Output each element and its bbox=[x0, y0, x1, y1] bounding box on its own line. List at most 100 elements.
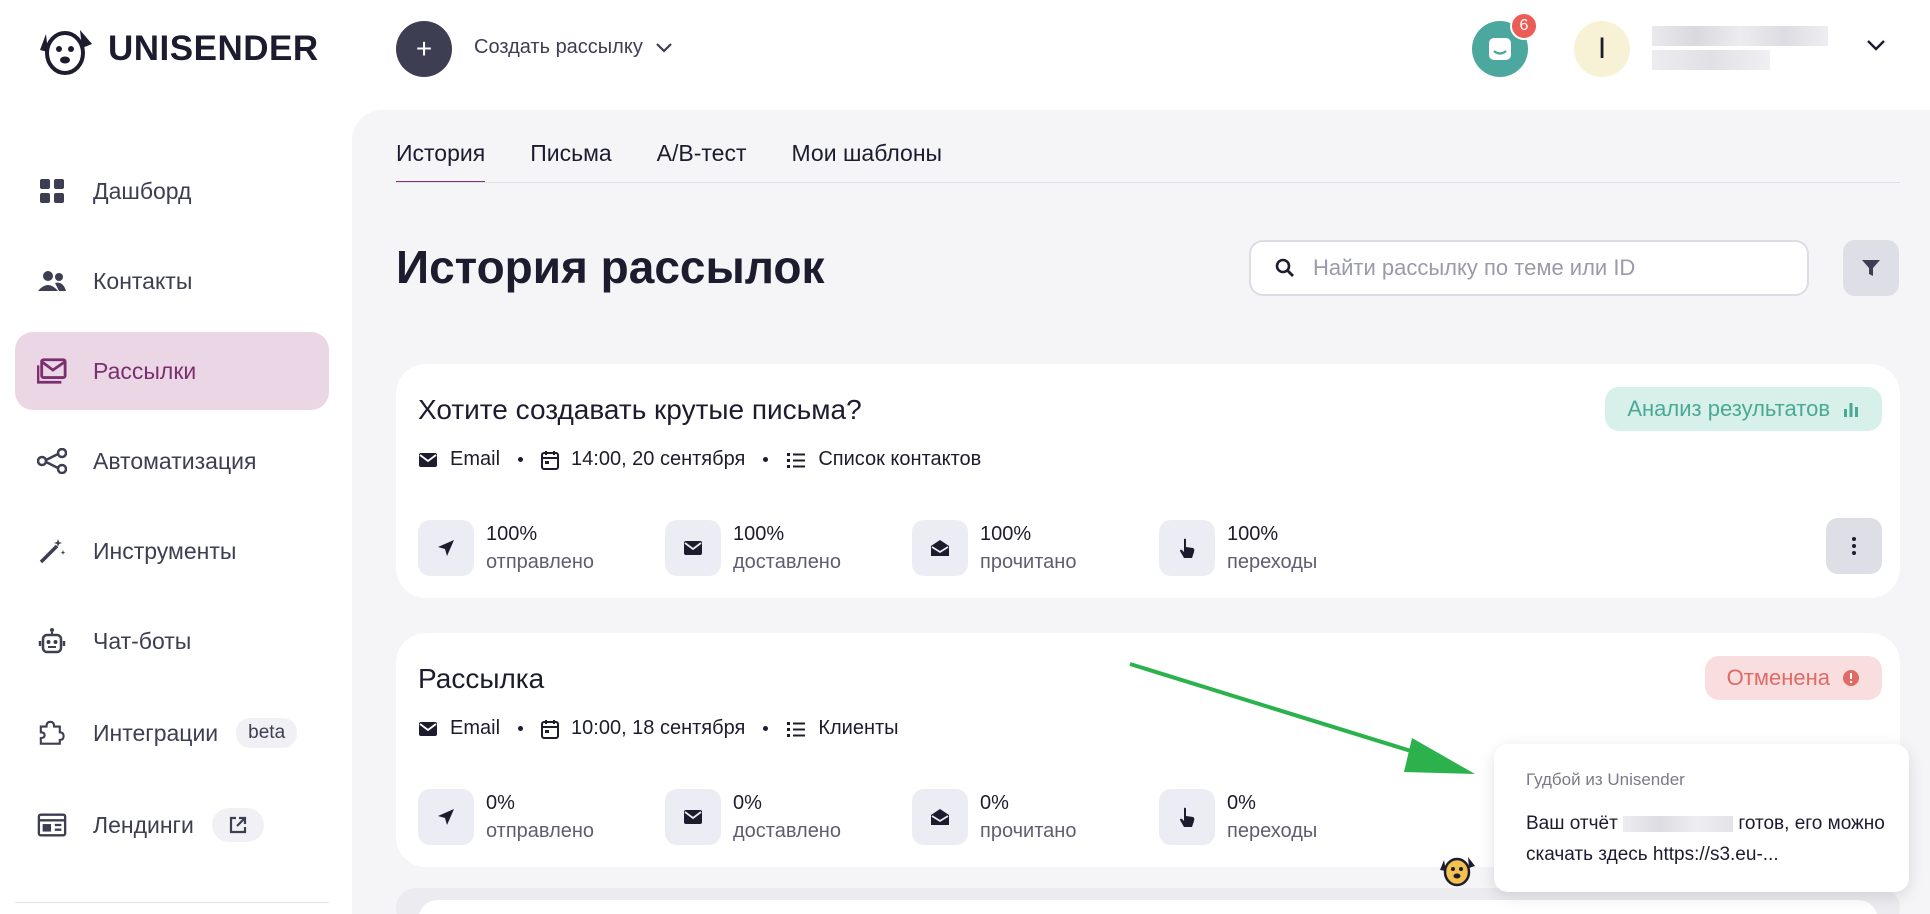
search-box bbox=[1249, 240, 1809, 296]
campaigns-icon bbox=[37, 356, 67, 386]
notification-sender: Гудбой из Unisender bbox=[1526, 770, 1685, 789]
magic-wand-icon bbox=[37, 536, 67, 566]
stat-value: 0% bbox=[980, 792, 1009, 814]
campaign-title[interactable]: Хотите создавать крутые письма? bbox=[418, 394, 862, 426]
more-vertical-icon bbox=[1852, 537, 1856, 555]
calendar-icon bbox=[541, 450, 560, 470]
create-campaign-label: Создать рассылку bbox=[474, 36, 643, 58]
calendar-icon bbox=[541, 719, 560, 739]
bar-chart-icon bbox=[1844, 403, 1858, 417]
campaign-title[interactable]: Рассылка bbox=[418, 663, 544, 695]
filter-button[interactable] bbox=[1843, 240, 1899, 296]
cancelled-status-badge[interactable]: Отменена bbox=[1704, 656, 1882, 700]
stat-value: 0% bbox=[1227, 792, 1256, 814]
sidebar-item-label: Рассылки bbox=[93, 357, 197, 384]
stat-sent: 0% отправлено bbox=[418, 789, 665, 845]
pointer-hand-icon bbox=[1159, 789, 1215, 845]
list-icon bbox=[787, 452, 806, 468]
avatar[interactable]: I bbox=[1574, 21, 1630, 77]
envelope-icon bbox=[665, 789, 721, 845]
stat-value: 0% bbox=[733, 792, 762, 814]
create-campaign-dropdown[interactable]: Создать рассылку bbox=[474, 36, 673, 59]
stat-value: 0% bbox=[486, 792, 515, 814]
sidebar-item-campaigns[interactable]: Рассылки bbox=[15, 332, 329, 410]
sidebar-item-tools[interactable]: Инструменты bbox=[15, 512, 329, 590]
stat-opened: 100% прочитано bbox=[912, 520, 1159, 576]
status-label: Анализ результатов bbox=[1627, 396, 1830, 421]
sidebar-divider bbox=[15, 902, 329, 903]
stat-delivered: 100% доставлено bbox=[665, 520, 912, 576]
tabs-divider bbox=[396, 182, 1900, 183]
analysis-results-button[interactable]: Анализ результатов bbox=[1605, 387, 1882, 431]
stat-value: 100% bbox=[733, 523, 785, 545]
campaign-meta: Email 10:00, 18 сентября Клиенты bbox=[418, 717, 899, 740]
stat-label: прочитано bbox=[980, 820, 1077, 842]
send-icon bbox=[418, 520, 474, 576]
sidebar-item-label: Интеграции bbox=[93, 719, 219, 746]
separator-dot bbox=[518, 726, 524, 731]
campaign-channel: Email bbox=[450, 717, 501, 739]
stat-clicks: 100% переходы bbox=[1159, 520, 1406, 576]
open-envelope-icon bbox=[912, 520, 968, 576]
tab-letters[interactable]: Письма bbox=[530, 140, 611, 183]
automation-icon bbox=[37, 446, 67, 476]
more-options-button[interactable] bbox=[1826, 518, 1882, 574]
campaign-card-inner bbox=[418, 900, 1878, 914]
sidebar-item-integrations[interactable]: Интеграции beta bbox=[15, 694, 329, 772]
sidebar-item-landings[interactable]: Лендинги bbox=[15, 786, 329, 864]
user-name-redacted bbox=[1652, 26, 1828, 46]
tab-history[interactable]: История bbox=[396, 140, 486, 183]
notifications-count-badge: 6 bbox=[1510, 12, 1538, 40]
landing-icon bbox=[37, 810, 67, 840]
chevron-down-icon bbox=[656, 42, 672, 53]
email-icon bbox=[419, 452, 437, 467]
sidebar-item-label: Автоматизация bbox=[93, 447, 257, 474]
annotation-arrow-icon bbox=[1129, 662, 1475, 774]
user-email-redacted bbox=[1652, 50, 1770, 70]
sidebar-item-contacts[interactable]: Контакты bbox=[15, 242, 329, 320]
campaign-card[interactable]: Хотите создавать крутые письма? Анализ р… bbox=[396, 364, 1900, 598]
alert-icon bbox=[1843, 670, 1859, 686]
stat-opened: 0% прочитано bbox=[912, 789, 1159, 845]
beta-badge: beta bbox=[236, 718, 298, 748]
email-icon bbox=[419, 721, 437, 736]
chevron-down-icon[interactable] bbox=[1866, 38, 1886, 52]
puzzle-icon bbox=[37, 718, 67, 748]
plus-icon: + bbox=[415, 33, 433, 64]
campaign-meta: Email 14:00, 20 сентября Список контакто… bbox=[418, 448, 981, 471]
separator-dot bbox=[518, 457, 524, 462]
stat-label: прочитано bbox=[980, 551, 1077, 573]
notification-toast[interactable]: Гудбой из Unisender Ваш отчёт готов, его… bbox=[1494, 744, 1909, 892]
create-campaign-button[interactable]: + bbox=[396, 21, 452, 77]
redacted-report-name bbox=[1623, 815, 1734, 832]
stat-delivered: 0% доставлено bbox=[665, 789, 912, 845]
page-title: История рассылок bbox=[396, 241, 825, 293]
brand-logo[interactable]: UNISENDER bbox=[36, 20, 319, 78]
dog-logo-icon bbox=[40, 30, 92, 75]
status-label: Отменена bbox=[1726, 665, 1830, 690]
stat-label: доставлено bbox=[733, 820, 841, 842]
tab-my-templates[interactable]: Мои шаблоны bbox=[792, 140, 943, 183]
sidebar-item-automation[interactable]: Автоматизация bbox=[15, 422, 329, 500]
external-link-icon bbox=[211, 808, 264, 842]
stat-label: переходы bbox=[1227, 820, 1318, 842]
tab-ab-test[interactable]: A/B-тест bbox=[657, 140, 747, 183]
sidebar-item-label: Чат-боты bbox=[93, 627, 192, 654]
campaign-channel: Email bbox=[450, 448, 501, 470]
stat-label: отправлено bbox=[486, 820, 595, 842]
stat-value: 100% bbox=[980, 523, 1032, 545]
sidebar-item-label: Дашборд bbox=[93, 177, 192, 204]
dog-mascot-icon[interactable] bbox=[1438, 850, 1476, 888]
chat-bubble-icon bbox=[1489, 38, 1511, 60]
pointer-hand-icon bbox=[1159, 520, 1215, 576]
list-icon bbox=[787, 721, 806, 737]
campaign-stats: 100% отправлено 100% доставлено 100% прочит… bbox=[418, 520, 1406, 576]
sidebar-item-dashboard[interactable]: Дашборд bbox=[15, 152, 329, 230]
stat-value: 100% bbox=[1227, 523, 1279, 545]
sidebar-item-chatbots[interactable]: Чат-боты bbox=[15, 602, 329, 680]
search-input[interactable] bbox=[1313, 255, 1773, 281]
campaign-contact-list: Список контактов bbox=[818, 448, 982, 470]
sidebar-item-label: Лендинги bbox=[93, 811, 194, 838]
dashboard-grid-icon bbox=[37, 176, 67, 206]
stat-sent: 100% отправлено bbox=[418, 520, 665, 576]
